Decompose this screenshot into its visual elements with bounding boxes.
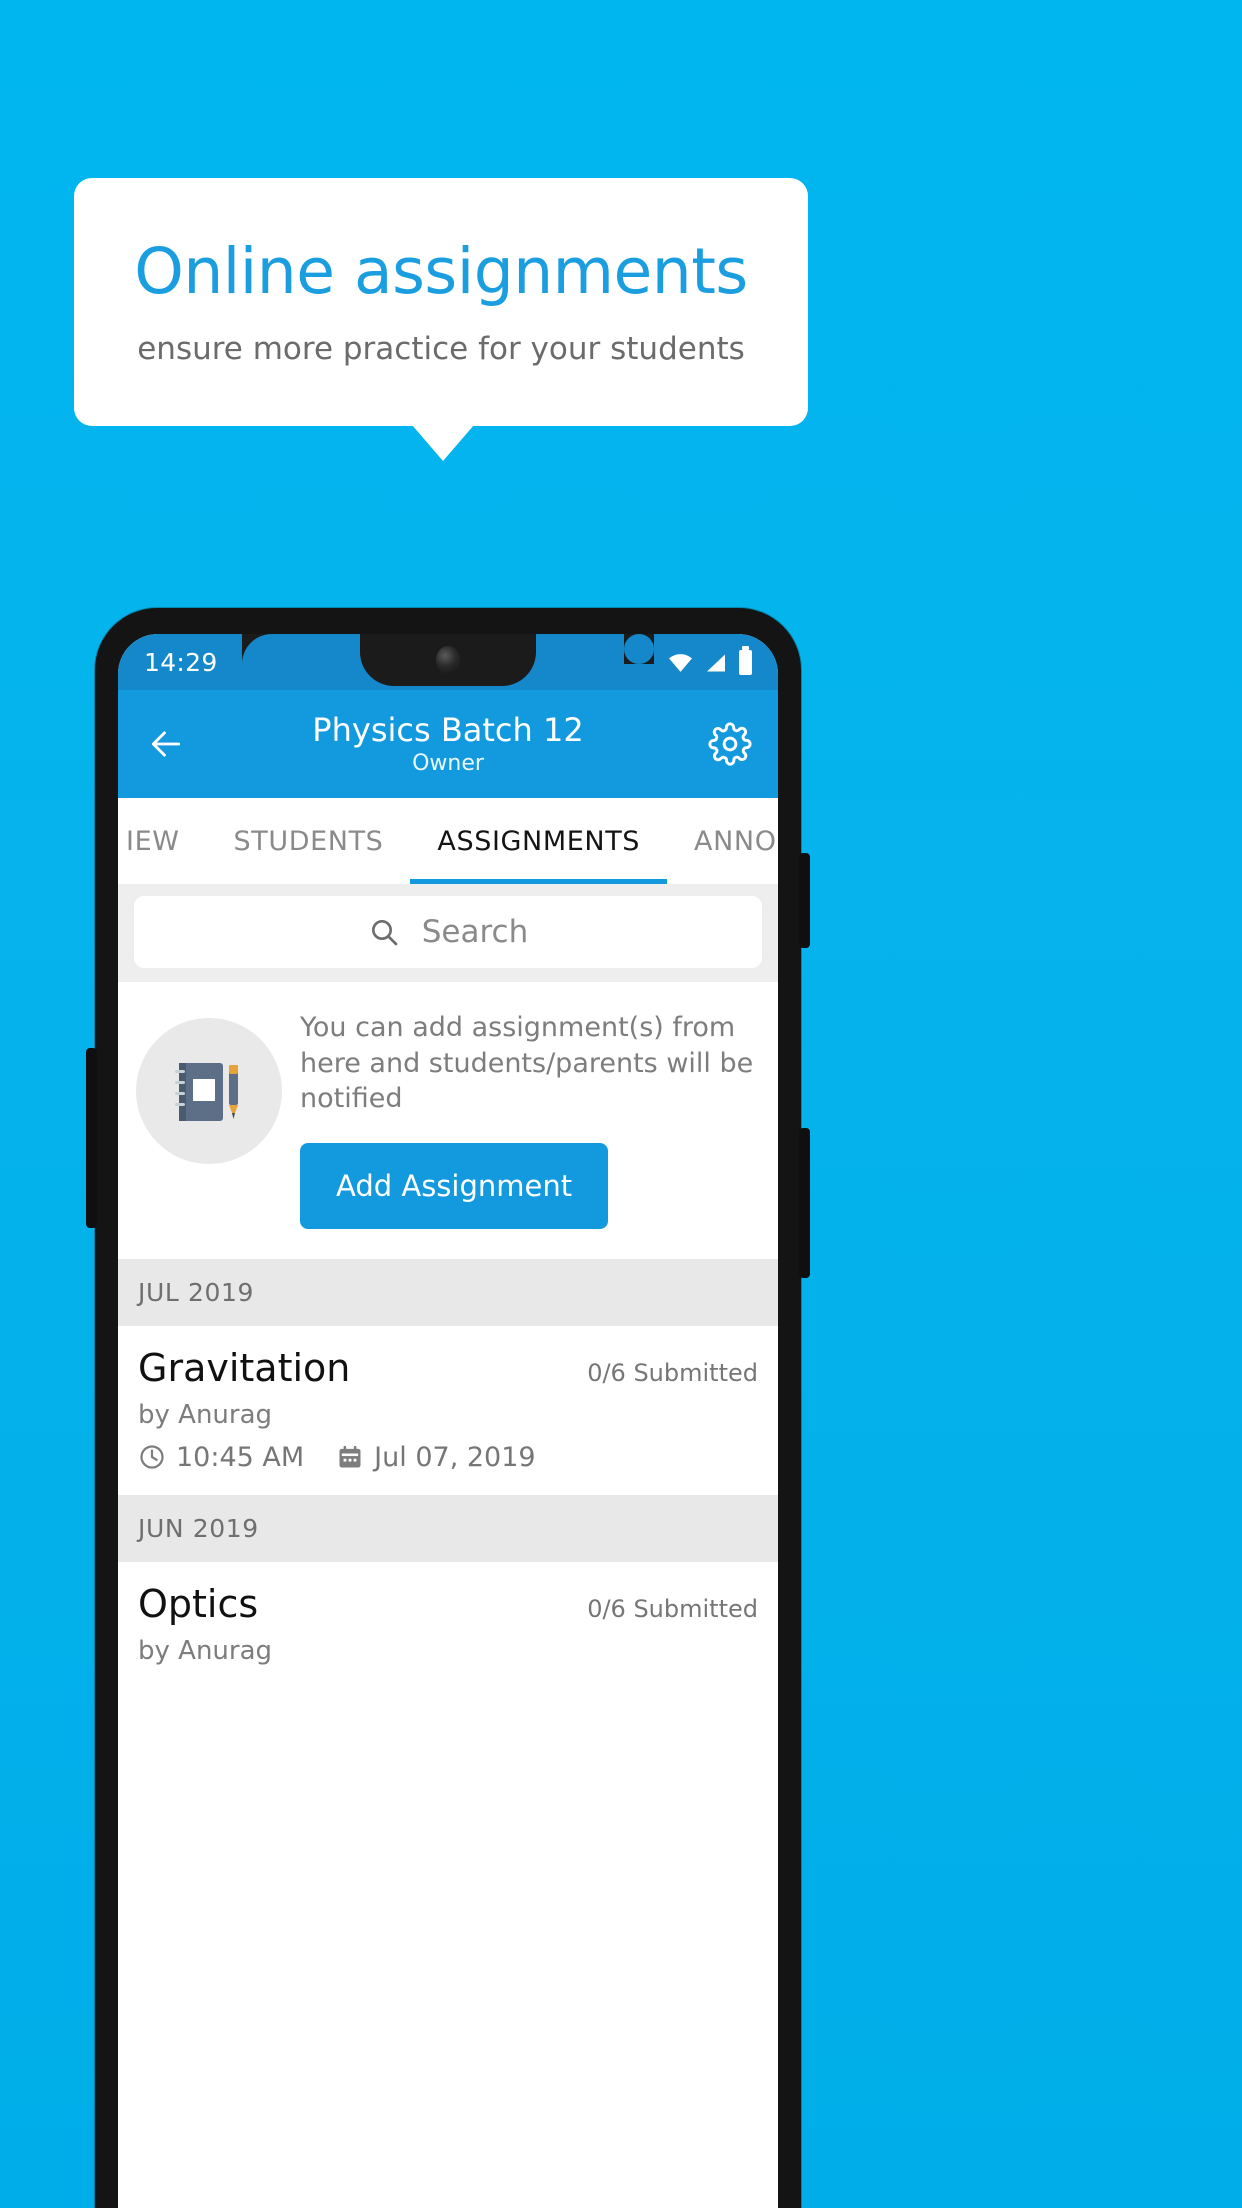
signal-icon [707, 654, 725, 671]
assignment-submitted-count: 0/6 Submitted [587, 1594, 758, 1623]
phone-notch [360, 634, 536, 686]
search-icon [371, 920, 398, 946]
phone-left-button [86, 1048, 97, 1228]
assignment-title: Optics [138, 1581, 259, 1626]
status-bar-time: 14:29 [144, 647, 218, 677]
tab-students[interactable]: STUDENTS [207, 798, 411, 884]
assignment-author: by Anurag [138, 1399, 273, 1430]
status-bar: 14:29 [118, 634, 778, 690]
assignment-row-optics[interactable]: Optics 0/6 Submitted by Anurag [118, 1561, 778, 1688]
promo-title: Online assignments [134, 235, 748, 309]
promo-callout-tail [412, 425, 474, 461]
empty-state-message: You can add assignment(s) from here and … [300, 1012, 754, 1115]
empty-state-content: You can add assignment(s) from here and … [300, 1004, 760, 1229]
assignment-submitted-count: 0/6 Submitted [587, 1358, 758, 1387]
empty-state-illustration-circle [136, 1018, 282, 1164]
calendar-icon [339, 1446, 361, 1468]
month-header-jul-2019: JUL 2019 [118, 1258, 778, 1326]
battery-icon [739, 645, 752, 675]
assignment-title: Gravitation [138, 1345, 351, 1390]
promo-subtitle: ensure more practice for your students [137, 330, 745, 367]
page-subtitle: Owner [412, 750, 484, 776]
phone-power-button [799, 853, 810, 948]
assignment-meta: 10:45 AM Jul 07, 2019 [138, 1442, 758, 1473]
tab-overview[interactable]: IEW [118, 798, 207, 884]
phone-device-frame: 14:29 Physics Batch 12 Owner IEW STUDENT… [86, 608, 810, 2208]
empty-state-panel: You can add assignment(s) from here and … [118, 982, 778, 1259]
assignment-date: Jul 07, 2019 [374, 1441, 536, 1473]
notch-wing-right [624, 634, 654, 664]
clock-icon [140, 1445, 164, 1469]
front-camera-icon [436, 646, 460, 674]
phone-volume-button [799, 1128, 810, 1278]
search-input[interactable]: Search [134, 896, 762, 968]
app-bar-titles: Physics Batch 12 Owner [118, 712, 778, 776]
promo-screenshot-root: Online assignments ensure more practice … [0, 0, 1242, 2208]
month-header-jun-2019: JUN 2019 [118, 1494, 778, 1562]
back-arrow-icon[interactable] [144, 725, 188, 763]
search-placeholder: Search [421, 914, 529, 950]
gear-icon[interactable] [708, 722, 752, 766]
assignment-author: by Anurag [138, 1635, 273, 1666]
assignment-row-header: Optics 0/6 Submitted [138, 1582, 758, 1626]
assignment-row-header: Gravitation 0/6 Submitted [138, 1346, 758, 1390]
app-bar: Physics Batch 12 Owner [118, 690, 778, 798]
tab-announcements[interactable]: ANNOUNCEMENTS [667, 798, 778, 884]
search-bar-container: Search [118, 884, 778, 982]
assignment-row-gravitation[interactable]: Gravitation 0/6 Submitted by Anurag 10:4… [118, 1325, 778, 1495]
add-assignment-button[interactable]: Add Assignment [300, 1142, 609, 1229]
notebook-and-pen-icon [175, 1063, 238, 1121]
phone-screen: 14:29 Physics Batch 12 Owner IEW STUDENT… [118, 634, 778, 2208]
tab-assignments[interactable]: ASSIGNMENTS [410, 798, 667, 884]
assignment-time: 10:45 AM [176, 1441, 305, 1473]
promo-callout-card: Online assignments ensure more practice … [74, 178, 808, 426]
tab-bar[interactable]: IEW STUDENTS ASSIGNMENTS ANNOUNCEMENTS [118, 798, 778, 884]
wifi-icon [669, 653, 692, 672]
notch-wing-left [242, 634, 272, 664]
status-bar-icons [668, 645, 752, 675]
page-title: Physics Batch 12 [312, 711, 584, 750]
